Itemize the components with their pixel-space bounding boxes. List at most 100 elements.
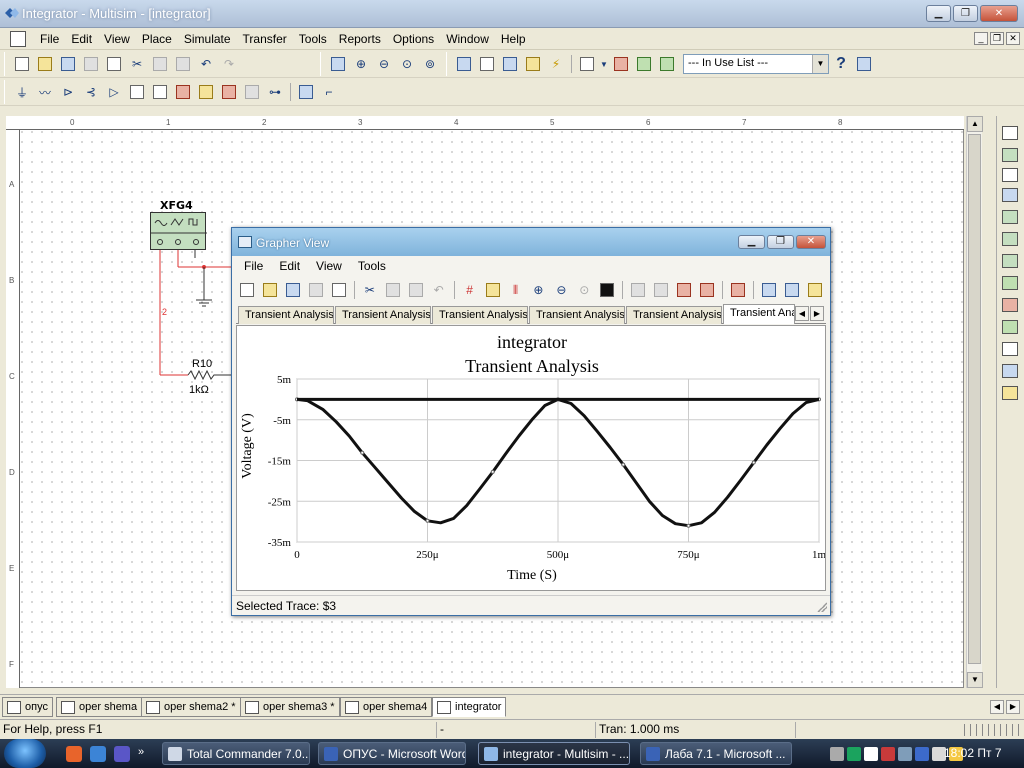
export-icon[interactable]	[727, 279, 749, 301]
status-bar: For Help, press F1 - Tran: 1.000 ms	[0, 719, 1024, 739]
plot-area[interactable]: integrator Transient Analysis 5m -5m -15m -…	[236, 325, 826, 591]
trace-marker	[490, 469, 495, 474]
paste-icon[interactable]	[405, 279, 427, 301]
excel-export-icon[interactable]	[758, 279, 780, 301]
generator-label: XFG4	[160, 199, 193, 212]
trace-properties-icon[interactable]	[627, 279, 649, 301]
language-flag-icon[interactable]	[915, 746, 929, 761]
tray-arrow-icon[interactable]	[830, 746, 844, 761]
grapher-menu-file[interactable]: File	[236, 259, 271, 276]
tab-scroll-left-icon[interactable]: ◀	[795, 306, 809, 321]
resize-grip-icon[interactable]	[817, 602, 827, 612]
design-tab-label: опус	[25, 701, 48, 713]
tab-transient-analysis-4[interactable]: Transient Analysis	[529, 306, 625, 324]
cut-icon[interactable]: ✂	[359, 279, 381, 301]
tab-transient-analysis-5[interactable]: Transient Analysis	[626, 306, 722, 324]
task-word-laba[interactable]: Лаба 7.1 - Microsoft ...	[640, 742, 792, 765]
vertical-scrollbar[interactable]: ▲ ▼	[966, 116, 983, 688]
select-marks-icon[interactable]	[650, 279, 672, 301]
task-multisim[interactable]: integrator - Multisim - ...	[478, 742, 630, 765]
quick-launch-more-icon[interactable]: »	[138, 746, 154, 762]
skype-icon[interactable]	[847, 746, 861, 761]
grid-icon[interactable]: #	[459, 279, 481, 301]
status-empty-cell	[795, 722, 955, 738]
grapher-maximize-button[interactable]: ❐	[767, 235, 794, 249]
tab-design-opus[interactable]: опус	[2, 697, 53, 717]
zoom-out-icon[interactable]: ⊖	[550, 279, 572, 301]
frequency-counter-icon[interactable]	[1002, 254, 1018, 268]
trace-marker	[621, 462, 626, 467]
tab-transient-analysis-2[interactable]: Transient Analysis	[335, 306, 431, 324]
four-channel-scope-icon[interactable]	[1002, 210, 1018, 224]
cursors-icon[interactable]: ⫴	[504, 279, 526, 301]
labview-export-icon[interactable]	[804, 279, 826, 301]
trace-marker	[360, 450, 365, 455]
new-page-icon[interactable]	[236, 279, 258, 301]
iv-analyzer-icon[interactable]	[1002, 342, 1018, 356]
chart-title: integrator	[497, 332, 567, 352]
tab-scroll-right-icon[interactable]: ▶	[810, 306, 824, 321]
scroll-thumb[interactable]	[968, 134, 981, 664]
resistor-value: 1kΩ	[189, 384, 209, 396]
grapher-toolbar: ✂ ↶ # ⫴ ⊕ ⊖ ⊙	[236, 277, 826, 303]
grapher-menu-tools[interactable]: Tools	[350, 259, 394, 276]
task-word-opus[interactable]: ОПУС - Microsoft Word	[318, 742, 466, 765]
y-tick-label: -15m	[268, 456, 292, 468]
tabs-scroll-right-icon[interactable]: ▶	[1006, 700, 1020, 714]
save-icon[interactable]	[282, 279, 304, 301]
mathcad-export-icon[interactable]	[781, 279, 803, 301]
scroll-up-icon[interactable]: ▲	[967, 116, 983, 132]
start-button[interactable]	[4, 739, 46, 768]
print-preview-icon[interactable]	[328, 279, 350, 301]
bode-plotter-icon[interactable]	[1002, 232, 1018, 246]
function-generator[interactable]	[150, 212, 207, 250]
wattmeter-icon[interactable]	[1002, 168, 1018, 182]
clipboard-icon[interactable]	[864, 746, 878, 761]
grapher-minimize-button[interactable]: ▁	[738, 235, 765, 249]
tab-design-oper-shema4[interactable]: oper shema4	[340, 697, 433, 717]
print-icon[interactable]	[305, 279, 327, 301]
open-folder-icon[interactable]	[259, 279, 281, 301]
function-generator-icon[interactable]	[1002, 148, 1018, 162]
design-tab-label: oper shema4	[363, 701, 428, 713]
grapher-status: Selected Trace: $3	[232, 595, 830, 615]
grapher-menu-view[interactable]: View	[308, 259, 350, 276]
tab-transient-analysis-6[interactable]: Transient Ana	[723, 304, 795, 324]
browser-icon[interactable]	[90, 746, 106, 762]
tab-design-oper-shema3[interactable]: oper shema3 *	[240, 697, 340, 717]
tab-transient-analysis-1[interactable]: Transient Analysis	[238, 306, 334, 324]
multimeter-icon[interactable]	[1002, 126, 1018, 140]
task-total-commander[interactable]: Total Commander 7.0...	[162, 742, 310, 765]
copy-icon[interactable]	[382, 279, 404, 301]
firefox-icon[interactable]	[66, 746, 82, 762]
y-tick-label: -5m	[273, 415, 291, 427]
agilent-instrument-icon[interactable]	[1002, 364, 1018, 378]
network-icon[interactable]	[898, 746, 912, 761]
add-trace-icon[interactable]	[673, 279, 695, 301]
floppy-icon[interactable]	[114, 746, 130, 762]
logic-converter-icon[interactable]	[1002, 320, 1018, 334]
tab-design-integrator[interactable]: integrator	[432, 697, 507, 717]
word-generator-icon[interactable]	[1002, 276, 1018, 290]
zoom-in-icon[interactable]: ⊕	[527, 279, 549, 301]
undo-icon[interactable]: ↶	[428, 279, 450, 301]
tabs-scroll-left-icon[interactable]: ◀	[990, 700, 1004, 714]
grapher-menu-edit[interactable]: Edit	[271, 259, 308, 276]
measurement-probe-icon[interactable]	[1002, 386, 1018, 400]
legend-icon[interactable]	[482, 279, 504, 301]
scroll-down-icon[interactable]: ▼	[967, 672, 983, 688]
tab-transient-analysis-3[interactable]: Transient Analysis	[432, 306, 528, 324]
tab-design-oper-shema[interactable]: oper shema	[56, 697, 143, 717]
zoom-area-icon[interactable]: ⊙	[573, 279, 595, 301]
reverse-colors-icon[interactable]	[596, 279, 618, 301]
tray-app-icon[interactable]	[881, 746, 895, 761]
grapher-view-window: Grapher View ▁ ❐ ✕ File Edit View Tools …	[231, 227, 831, 616]
trace-marker	[686, 523, 691, 528]
logic-analyzer-icon[interactable]	[1002, 298, 1018, 312]
oscilloscope-icon[interactable]	[1002, 188, 1018, 202]
x-tick-label: 500μ	[547, 549, 570, 561]
remove-trace-icon[interactable]	[696, 279, 718, 301]
grapher-close-button[interactable]: ✕	[796, 235, 826, 249]
instruments-toolbar	[996, 116, 1024, 688]
tab-design-oper-shema2[interactable]: oper shema2 *	[141, 697, 241, 717]
